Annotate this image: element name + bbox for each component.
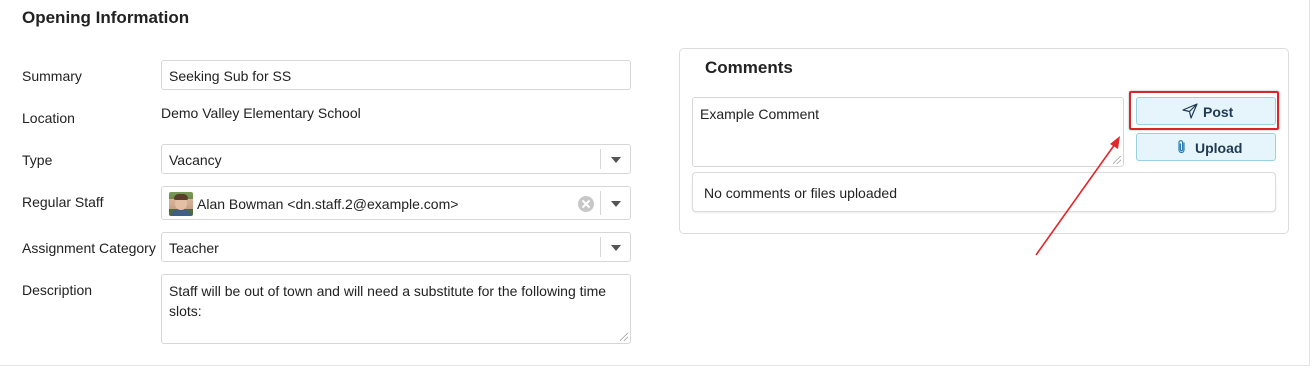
avatar: [169, 192, 193, 216]
summary-input[interactable]: Seeking Sub for SS: [161, 60, 631, 90]
comments-card: Comments Example Comment Post Upload No …: [679, 48, 1289, 234]
regular-staff-value: Alan Bowman <dn.staff.2@example.com>: [197, 196, 459, 212]
type-value: Vacancy: [169, 152, 222, 168]
regular-staff-label: Regular Staff: [22, 194, 104, 210]
section-title: Opening Information: [22, 8, 190, 27]
chevron-down-icon: [611, 201, 621, 207]
summary-label: Summary: [22, 68, 82, 84]
empty-comments-message: No comments or files uploaded: [704, 185, 897, 201]
description-textarea[interactable]: Staff will be out of town and will need …: [161, 274, 631, 344]
paperclip-icon: [1178, 140, 1185, 154]
location-label: Location: [22, 110, 75, 126]
type-select[interactable]: Vacancy: [161, 144, 631, 174]
annotation-arrow: [1035, 136, 1120, 256]
location-value: Demo Valley Elementary School: [161, 105, 361, 121]
post-button-highlight: [1129, 91, 1279, 130]
description-label: Description: [22, 282, 93, 298]
comments-title: Comments: [705, 58, 793, 77]
description-value: Staff will be out of town and will need …: [169, 283, 607, 319]
type-dropdown-toggle[interactable]: [600, 149, 630, 169]
resize-handle[interactable]: [620, 333, 628, 341]
assignment-category-value: Teacher: [169, 240, 219, 256]
assignment-category-select[interactable]: Teacher: [161, 232, 631, 262]
assignment-category-label: Assignment Category: [22, 240, 156, 256]
chevron-down-icon: [611, 157, 621, 163]
assignment-category-dropdown-toggle[interactable]: [600, 237, 630, 257]
type-label: Type: [22, 152, 53, 168]
clear-icon[interactable]: [578, 196, 594, 212]
opening-information-panel: Opening Information Summary Seeking Sub …: [0, 0, 1310, 366]
chevron-down-icon: [611, 245, 621, 251]
upload-button[interactable]: Upload: [1136, 133, 1276, 161]
regular-staff-select[interactable]: Alan Bowman <dn.staff.2@example.com>: [161, 186, 631, 220]
summary-value: Seeking Sub for SS: [169, 68, 292, 84]
regular-staff-dropdown-toggle[interactable]: [600, 191, 630, 215]
comment-input-value: Example Comment: [700, 106, 820, 122]
comments-list: No comments or files uploaded: [692, 172, 1276, 212]
upload-button-label: Upload: [1195, 140, 1243, 156]
